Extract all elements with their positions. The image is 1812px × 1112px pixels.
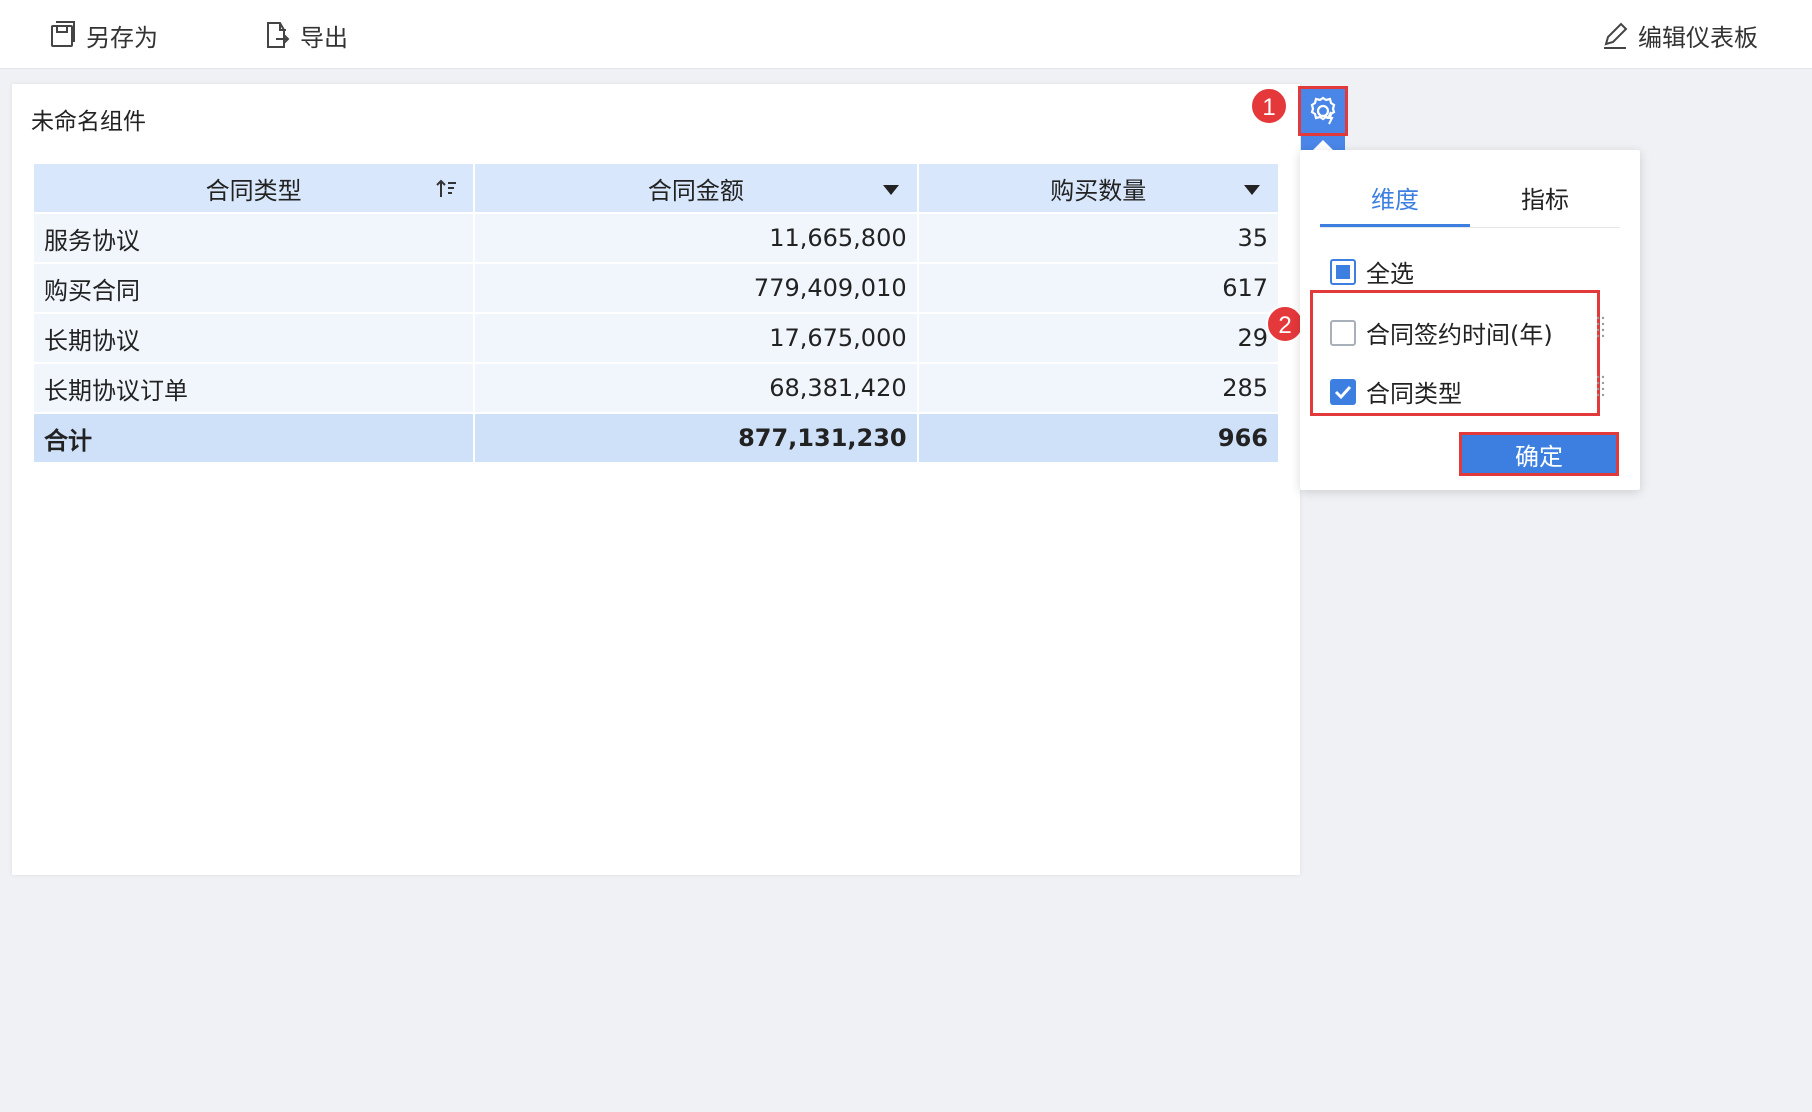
export-button[interactable]: 导出 [262,16,348,54]
pencil-icon [1604,22,1628,49]
select-all-checkbox[interactable]: 全选 [1330,254,1414,289]
cell-amount: 68,381,420 [473,362,919,414]
cell-quantity: 285 [916,362,1281,414]
data-table: 合同类型 合同金额 购买数量 服务协议 11,665,800 35 购买合同 7… [31,162,1281,464]
header-purchase-quantity[interactable]: 购买数量 [916,162,1281,214]
dimension-item-label: 合同类型 [1366,380,1462,408]
drag-handle-icon[interactable] [1596,374,1606,400]
table-row: 长期协议订单 68,381,420 285 [31,362,1281,414]
tab-divider [1320,227,1620,228]
table-total-row: 合计 877,131,230 966 [31,412,1281,464]
cell-type: 服务协议 [31,212,476,264]
checkmark-icon [1334,385,1352,399]
dropdown-triangle-icon[interactable] [879,177,903,201]
edit-dashboard-button[interactable]: 编辑仪表板 [1600,16,1758,54]
drag-handle-icon[interactable] [1596,315,1606,341]
cell-type: 长期协议 [31,312,476,364]
edit-dashboard-label: 编辑仪表板 [1638,23,1758,52]
header-label: 合同类型 [205,176,302,205]
table-header-row: 合同类型 合同金额 购买数量 [31,162,1281,214]
header-label: 合同金额 [647,176,744,205]
dimension-item-contract-sign-year[interactable]: 合同签约时间(年) [1330,315,1553,350]
table-widget: 未命名组件 合同类型 合同金额 购买数量 服务协议 11,665,800 35 … [12,84,1300,875]
select-all-label: 全选 [1366,260,1414,288]
cell-quantity: 29 [916,312,1281,364]
dimension-selector-popup: 维度 指标 全选 合同签约时间(年) 合同类型 确定 [1300,150,1640,490]
widget-title: 未命名组件 [31,109,146,135]
tab-metric[interactable]: 指标 [1470,180,1620,215]
tab-dimension[interactable]: 维度 [1320,180,1470,215]
total-label: 合计 [31,412,476,464]
save-icon [51,21,75,47]
checked-box-icon [1330,378,1356,405]
cell-type: 购买合同 [31,262,476,314]
save-as-label: 另存为 [86,23,158,52]
cell-amount: 11,665,800 [473,212,919,264]
header-contract-type[interactable]: 合同类型 [31,162,476,214]
confirm-button[interactable]: 确定 [1459,432,1619,476]
component-settings-button[interactable] [1298,86,1348,136]
cell-quantity: 617 [916,262,1281,314]
active-tab-indicator [1320,224,1470,227]
header-label: 购买数量 [1050,176,1147,205]
cell-quantity: 35 [916,212,1281,264]
table-row: 服务协议 11,665,800 35 [31,212,1281,264]
top-toolbar: 另存为 导出 编辑仪表板 [0,0,1812,69]
header-contract-amount[interactable]: 合同金额 [473,162,919,214]
cell-amount: 17,675,000 [473,312,919,364]
export-label: 导出 [300,23,348,52]
total-amount: 877,131,230 [473,412,919,464]
dimension-item-label: 合同签约时间(年) [1366,321,1553,349]
gear-icon [1310,96,1336,125]
cell-type: 长期协议订单 [31,362,476,414]
total-quantity: 966 [916,412,1281,464]
export-icon [267,22,290,48]
step-badge-1: 1 [1250,87,1288,125]
partial-check-icon [1330,258,1356,285]
save-as-button[interactable]: 另存为 [48,16,158,54]
cell-amount: 779,409,010 [473,262,919,314]
dropdown-triangle-icon[interactable] [1240,177,1264,201]
table-row: 长期协议 17,675,000 29 [31,312,1281,364]
table-row: 购买合同 779,409,010 617 [31,262,1281,314]
sort-asc-icon[interactable] [435,177,459,201]
unchecked-box-icon [1330,319,1356,346]
dimension-item-contract-type[interactable]: 合同类型 [1330,374,1462,409]
step-badge-2: 2 [1266,305,1304,343]
